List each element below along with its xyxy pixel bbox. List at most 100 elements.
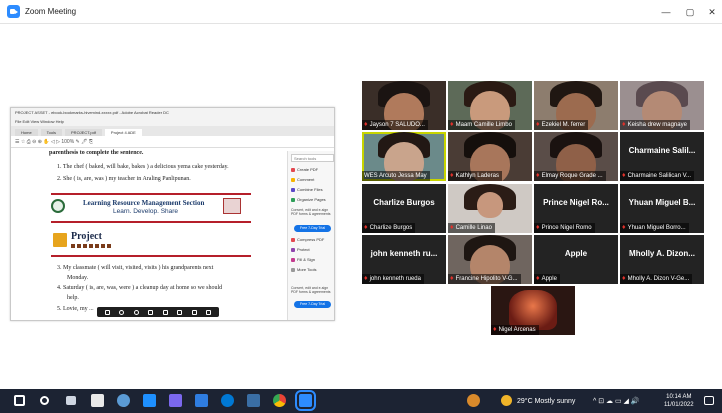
organize-icon bbox=[291, 197, 295, 202]
tab-tools[interactable]: Tools bbox=[40, 129, 63, 136]
participant-name-card: Charmaine Salil... bbox=[628, 146, 696, 155]
tool-more[interactable]: More Tools bbox=[291, 267, 317, 272]
free-trial-button-2[interactable]: Free 7-Day Trial bbox=[294, 301, 331, 308]
clock-date: 11/01/2022 bbox=[664, 402, 694, 408]
participant-name: ♦ john kenneth rueda bbox=[362, 274, 424, 284]
video-tile-no-video[interactable]: Charmaine Salil... ♦ Charmaine Salilican … bbox=[620, 132, 704, 181]
participant-name-text: Keisha drew magnaye bbox=[627, 122, 687, 128]
muted-mic-icon: ♦ bbox=[450, 172, 454, 179]
clock[interactable]: 10:14 AM 11/01/2022 bbox=[664, 389, 694, 413]
video-tile[interactable]: ♦ Camille Linao bbox=[448, 184, 532, 233]
participant-name: ♦ Elmay Roque Grade ... bbox=[534, 171, 606, 181]
task-view-icon[interactable] bbox=[66, 396, 76, 405]
video-tile-no-video[interactable]: Prince Nigel Ro... ♦ Prince Nigel Romo bbox=[534, 184, 618, 233]
muted-mic-icon: ♦ bbox=[536, 275, 540, 282]
tool-compress[interactable]: Compress PDF bbox=[291, 237, 324, 242]
divider-rule-3 bbox=[51, 255, 251, 257]
participant-name-text: Yhuan Miguel Borro... bbox=[627, 225, 686, 231]
pdf-page: parenthesis to complete the sentence. 1.… bbox=[15, 150, 283, 320]
tool-label: Fill & Sign bbox=[297, 257, 316, 262]
video-tile[interactable]: ♦ Elmay Roque Grade ... bbox=[534, 132, 618, 181]
participant-name-text: Jayson 7 SALUDO... bbox=[369, 122, 425, 128]
windows-start-icon[interactable] bbox=[14, 395, 25, 406]
participant-name-card: Prince Nigel Ro... bbox=[543, 198, 609, 207]
video-tile-no-video[interactable]: Mholly A. Dizon... ♦ Mholly A. Dizon V-Ge… bbox=[620, 235, 704, 284]
edge-icon[interactable] bbox=[195, 394, 208, 407]
participant-name: ♦ Maam Camille Limbo bbox=[448, 120, 515, 130]
maximize-button[interactable]: ▢ bbox=[678, 0, 702, 24]
video-tile[interactable]: ♦ Jayson 7 SALUDO... bbox=[362, 81, 446, 130]
mail-icon[interactable] bbox=[143, 394, 156, 407]
participant-name: ♦ Prince Nigel Romo bbox=[534, 223, 595, 233]
tool-organize[interactable]: Organize Pages bbox=[291, 197, 326, 202]
participant-name: ♦ Kathlyn Laderas bbox=[448, 171, 502, 181]
chrome-icon[interactable] bbox=[273, 394, 286, 407]
app-icon[interactable] bbox=[467, 394, 480, 407]
video-tile-active-speaker[interactable]: WES Arcuto Jessa May bbox=[362, 132, 446, 181]
video-tile[interactable]: ♦ Nigel Arcenas bbox=[491, 286, 575, 335]
muted-mic-icon: ♦ bbox=[622, 224, 626, 231]
participant-name-card: Apple bbox=[564, 249, 588, 258]
download-icon[interactable] bbox=[206, 309, 212, 315]
video-tile[interactable]: ♦ Maam Camille Limbo bbox=[448, 81, 532, 130]
participant-name: ♦ Apple bbox=[534, 274, 560, 284]
pdf-toolbar[interactable]: ☰ ☆ ⎙ ⊖ ⊕ ✋ ◁ ▷ 100% ✎ 🖊 ⎘ bbox=[11, 136, 334, 148]
participant-name: ♦ Ezekiel M. ferrer bbox=[534, 120, 589, 130]
search-icon[interactable] bbox=[40, 396, 49, 405]
tool-fill-sign[interactable]: Fill & Sign bbox=[291, 257, 315, 262]
tab-project-4[interactable]: Project 4 ADE bbox=[104, 129, 142, 136]
participant-name-text: Maam Camille Limbo bbox=[455, 122, 512, 128]
tool-create-pdf[interactable]: Create PDF bbox=[291, 167, 318, 172]
tool-combine[interactable]: Combine Files bbox=[291, 187, 323, 192]
banner-subtitle: Learn. Develop. Share bbox=[113, 208, 179, 215]
profile-image bbox=[509, 290, 557, 330]
more-tools-icon bbox=[291, 267, 295, 272]
tray-icons[interactable]: ^ ⊡ ☁ ▭ ◢ 🔊 bbox=[593, 389, 640, 413]
tools-search-input[interactable]: Search tools bbox=[291, 154, 334, 162]
zoom-taskbar-icon[interactable] bbox=[295, 390, 316, 411]
chat-icon[interactable] bbox=[117, 394, 130, 407]
participant-name-text: Camille Linao bbox=[455, 225, 492, 231]
shared-tabs: Home Tools PROJECT.pdf Project 4 ADE bbox=[11, 126, 334, 136]
muted-mic-icon: ♦ bbox=[622, 121, 626, 128]
zoom-out-icon[interactable] bbox=[119, 309, 125, 315]
fit-page-icon[interactable] bbox=[148, 309, 154, 315]
weather-text[interactable]: 29°C Mostly sunny bbox=[517, 389, 575, 413]
participant-name-text: WES Arcuto Jessa May bbox=[364, 173, 427, 179]
pointer-icon[interactable] bbox=[104, 309, 110, 315]
shared-screen[interactable]: PROJECT ASSET - ebook-bookmarks-hivemind… bbox=[10, 107, 335, 321]
file-explorer-icon[interactable] bbox=[247, 394, 260, 407]
participant-name: ♦ Francine Hipolito V-G... bbox=[448, 274, 521, 284]
widgets-icon[interactable] bbox=[91, 394, 104, 407]
video-tile[interactable]: ♦ Kathlyn Laderas bbox=[448, 132, 532, 181]
video-tile-no-video[interactable]: Apple ♦ Apple bbox=[534, 235, 618, 284]
video-tile-no-video[interactable]: Yhuan Miguel B... ♦ Yhuan Miguel Borro... bbox=[620, 184, 704, 233]
participant-name-text: Elmay Roque Grade ... bbox=[541, 173, 603, 179]
share-control-bar[interactable] bbox=[97, 307, 219, 317]
muted-mic-icon: ♦ bbox=[493, 326, 497, 333]
video-tile[interactable]: ♦ Francine Hipolito V-G... bbox=[448, 235, 532, 284]
video-tile-no-video[interactable]: john kenneth ru... ♦ john kenneth rueda bbox=[362, 235, 446, 284]
browser-icon[interactable] bbox=[221, 394, 234, 407]
acrobat-promo: Convert, edit and e-sign PDF forms & agr… bbox=[291, 286, 331, 294]
draw-icon[interactable] bbox=[191, 309, 197, 315]
tab-home[interactable]: Home bbox=[15, 129, 38, 136]
free-trial-button[interactable]: Free 7-Day Trial bbox=[294, 225, 331, 232]
notifications-icon[interactable] bbox=[704, 396, 714, 405]
tool-comment[interactable]: Comment bbox=[291, 177, 314, 182]
tab-project-pdf[interactable]: PROJECT.pdf bbox=[65, 129, 102, 136]
video-tile[interactable]: ♦ Keisha drew magnaye bbox=[620, 81, 704, 130]
comment-tool-icon[interactable] bbox=[162, 309, 168, 315]
highlight-icon[interactable] bbox=[177, 309, 183, 315]
minimize-button[interactable]: — bbox=[654, 0, 678, 24]
zoom-in-icon[interactable] bbox=[133, 309, 139, 315]
discord-icon[interactable] bbox=[169, 394, 182, 407]
divider-rule bbox=[51, 193, 251, 195]
face-shape bbox=[477, 192, 503, 218]
participant-name-card: john kenneth ru... bbox=[370, 249, 438, 258]
tool-protect[interactable]: Protect bbox=[291, 247, 310, 252]
video-tile[interactable]: ♦ Ezekiel M. ferrer bbox=[534, 81, 618, 130]
video-tile-no-video[interactable]: Charlize Burgos ♦ Charlize Burgos bbox=[362, 184, 446, 233]
close-button[interactable]: ✕ bbox=[700, 0, 722, 24]
doc-item-3: 3. My classmate ( will visit, visited, v… bbox=[57, 265, 214, 271]
